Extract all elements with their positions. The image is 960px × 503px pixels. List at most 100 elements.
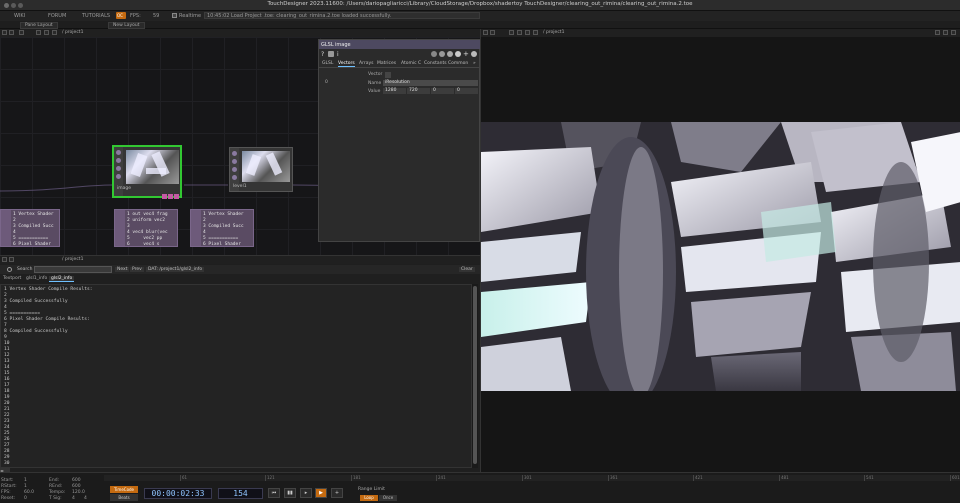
up-icon[interactable] bbox=[44, 30, 49, 35]
node-lock-icon[interactable] bbox=[232, 167, 237, 172]
play-reverse-button[interactable]: ▸ bbox=[300, 488, 312, 498]
prev-button[interactable]: Prev bbox=[130, 267, 144, 272]
node-display-icon[interactable] bbox=[232, 175, 237, 180]
info-icon[interactable]: i bbox=[337, 51, 339, 58]
end-value[interactable]: 600 bbox=[72, 478, 81, 483]
clear-button[interactable]: Clear bbox=[459, 267, 475, 272]
name-field[interactable]: iResolution bbox=[383, 80, 478, 86]
home-icon[interactable] bbox=[36, 30, 41, 35]
node-bypass-icon[interactable] bbox=[232, 159, 237, 164]
tab-atomic[interactable]: Atomic C bbox=[401, 61, 421, 66]
pane-split-icon[interactable] bbox=[490, 30, 495, 35]
node-image[interactable]: image bbox=[112, 145, 182, 198]
viewer-pane[interactable]: / project1 bbox=[480, 29, 960, 472]
tab-common[interactable]: Common bbox=[448, 61, 468, 66]
refresh-icon[interactable] bbox=[447, 51, 453, 57]
tab-arrays[interactable]: Arrays bbox=[359, 61, 373, 66]
step-back-button[interactable]: ▮▮ bbox=[284, 488, 296, 498]
tsig-b[interactable]: 4 bbox=[84, 496, 87, 501]
dat-glsl1-pixel[interactable]: 1 out vec4 frag 2 uniform vec2 3 4 vec4 … bbox=[114, 209, 178, 247]
frame-display[interactable]: 154 bbox=[218, 488, 263, 499]
pane-split-icon[interactable] bbox=[9, 30, 14, 35]
node-bypass-icon[interactable] bbox=[116, 158, 121, 163]
tab-glsl2-info[interactable]: glsl2_info bbox=[49, 276, 75, 282]
play-button[interactable]: ▶ bbox=[315, 488, 327, 498]
value-field-3[interactable]: 0 bbox=[455, 88, 478, 94]
beats-button[interactable]: Beats bbox=[110, 494, 138, 501]
gear-icon[interactable] bbox=[471, 51, 477, 57]
node-thumbnail bbox=[126, 150, 179, 184]
tab-vectors[interactable]: Vectors bbox=[338, 61, 355, 67]
once-button[interactable]: Once bbox=[379, 495, 397, 501]
language-icon[interactable] bbox=[455, 51, 461, 57]
step-forward-button[interactable]: + bbox=[331, 488, 343, 498]
add-icon[interactable]: + bbox=[463, 50, 469, 58]
comment-icon[interactable] bbox=[439, 51, 445, 57]
node-level1[interactable]: level1 bbox=[229, 147, 293, 192]
pane-split-icon[interactable] bbox=[9, 257, 14, 262]
tab-glsl1-info[interactable]: glsl1_info bbox=[24, 276, 49, 281]
pane-max-icon[interactable] bbox=[935, 30, 940, 35]
tab-textport[interactable]: Textport bbox=[1, 276, 23, 281]
pane-menu-icon[interactable] bbox=[483, 30, 488, 35]
vector-menu[interactable] bbox=[385, 72, 391, 78]
search-input[interactable] bbox=[34, 266, 112, 273]
node-flag-icon[interactable] bbox=[174, 194, 179, 199]
next-button[interactable]: Next bbox=[115, 267, 130, 272]
scroll-thumb[interactable] bbox=[473, 286, 477, 464]
home-icon[interactable] bbox=[525, 30, 530, 35]
rewind-button[interactable]: ⏮ bbox=[268, 488, 280, 498]
more-tabs-icon[interactable]: » bbox=[473, 61, 476, 66]
start-value[interactable]: 1 bbox=[24, 478, 27, 483]
value-field-0[interactable]: 1280 bbox=[383, 88, 406, 94]
node-flag-icon[interactable] bbox=[168, 194, 173, 199]
snapshot-icon[interactable] bbox=[52, 30, 57, 35]
tab-glsl[interactable]: GLSL bbox=[322, 61, 333, 66]
dat-glsl2-info[interactable]: 1 Vertex Shader 2 3 Compiled Succ 4 5 ==… bbox=[190, 209, 254, 247]
op-name[interactable]: image bbox=[335, 42, 351, 48]
help-icon[interactable]: ? bbox=[321, 51, 324, 58]
menu-tutorials[interactable]: TUTORIALS bbox=[82, 13, 110, 19]
pane-close-icon[interactable] bbox=[951, 30, 956, 35]
timeline-ruler[interactable]: 61 121 181 241 301 361 421 481 541 601 bbox=[104, 475, 960, 481]
edit-icon[interactable] bbox=[431, 51, 437, 57]
loop-button[interactable]: Loop bbox=[360, 495, 378, 501]
realtime-checkbox[interactable] bbox=[172, 13, 177, 18]
menu-forum[interactable]: FORUM bbox=[48, 13, 66, 19]
node-display-icon[interactable] bbox=[116, 174, 121, 179]
value-field-1[interactable]: 720 bbox=[407, 88, 430, 94]
tsig-a[interactable]: 4 bbox=[72, 496, 75, 501]
node-lock-icon[interactable] bbox=[116, 166, 121, 171]
node-viewer-icon[interactable] bbox=[232, 151, 237, 156]
tempo-value[interactable]: 120.0 bbox=[72, 490, 85, 495]
rstart-value[interactable]: 1 bbox=[24, 484, 27, 489]
tab-matrices[interactable]: Matrices bbox=[377, 61, 396, 66]
timecode-button[interactable]: TimeCode bbox=[110, 486, 138, 493]
timecode-display[interactable]: 00:00:02:33 bbox=[144, 488, 212, 499]
rend-value[interactable]: 600 bbox=[72, 484, 81, 489]
up-icon[interactable] bbox=[533, 30, 538, 35]
menu-wiki[interactable]: WIKI bbox=[14, 13, 25, 19]
node-flag-icon[interactable] bbox=[162, 194, 167, 199]
fps-value-tl[interactable]: 60.0 bbox=[24, 490, 34, 495]
new-layout-button[interactable]: New Layout bbox=[108, 22, 145, 29]
back-icon[interactable] bbox=[509, 30, 514, 35]
value-field-2[interactable]: 0 bbox=[431, 88, 454, 94]
pane-layout-bar: Pane Layout New Layout bbox=[0, 21, 960, 29]
pane-float-icon[interactable] bbox=[943, 30, 948, 35]
python-icon[interactable] bbox=[328, 51, 334, 57]
back-icon[interactable] bbox=[19, 30, 24, 35]
tempo-label: Tempo: bbox=[49, 490, 66, 495]
textport-output[interactable]: 1 Vertex Shader Compile Results: 2 3 Compi… bbox=[0, 284, 472, 468]
forward-icon[interactable] bbox=[517, 30, 522, 35]
dat-content: 1 out vec4 frag 2 uniform vec2 3 4 vec4 … bbox=[127, 212, 168, 247]
dat-glsl1-info[interactable]: 1 Vertex Shader 2 3 Compiled Succ 4 5 ==… bbox=[0, 209, 60, 247]
ruler-tick bbox=[693, 475, 694, 481]
pane-menu-icon[interactable] bbox=[2, 257, 7, 262]
pane-layout-button[interactable]: Pane Layout bbox=[20, 22, 58, 29]
pane-menu-icon[interactable] bbox=[2, 30, 7, 35]
node-viewer-icon[interactable] bbox=[116, 150, 121, 155]
reset-value[interactable]: 0 bbox=[24, 496, 27, 501]
textport-scrollbar[interactable] bbox=[472, 284, 478, 468]
tab-constants[interactable]: Constants bbox=[424, 61, 447, 66]
